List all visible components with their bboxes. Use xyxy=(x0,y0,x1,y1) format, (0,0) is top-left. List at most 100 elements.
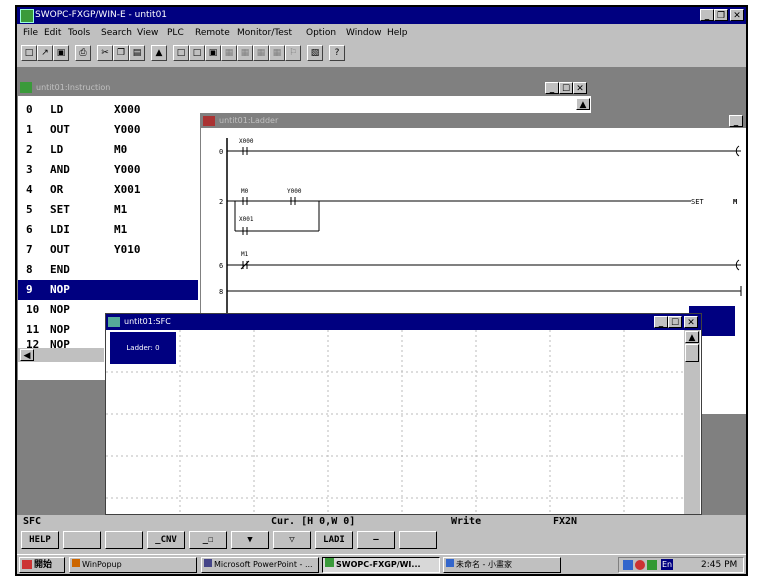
open-icon[interactable]: ↗ xyxy=(37,45,53,61)
view1-icon[interactable]: □ xyxy=(173,45,189,61)
fkey-3[interactable] xyxy=(105,531,143,549)
contact-label: M1 xyxy=(241,251,249,258)
scroll-thumb[interactable] xyxy=(685,344,699,362)
fkey-9[interactable]: — xyxy=(357,531,395,549)
horizontal-scrollbar[interactable]: ◀ xyxy=(18,348,104,362)
start-button[interactable]: 開始 xyxy=(19,557,65,573)
language-indicator[interactable]: En xyxy=(661,559,674,570)
instruction-row[interactable]: 3 AND Y000 xyxy=(18,160,198,180)
instruction-row[interactable]: 5 SET M1 xyxy=(18,200,198,220)
step-label: 8 xyxy=(219,288,223,296)
contact-label: Y000 xyxy=(287,188,302,195)
start-label: 開始 xyxy=(34,560,53,570)
instruction-row[interactable]: 1 OUT Y000 xyxy=(18,120,198,140)
menu-window[interactable]: Window xyxy=(346,25,382,41)
view3-icon[interactable]: ▣ xyxy=(205,45,221,61)
cut-icon[interactable]: ✂ xyxy=(97,45,113,61)
menu-remote[interactable]: Remote xyxy=(195,25,230,41)
task-paint[interactable]: 未命名 - 小畫家 xyxy=(443,557,561,573)
operand: Y000 xyxy=(114,123,141,136)
print-preview-icon[interactable]: ▲ xyxy=(151,45,167,61)
menu-plc[interactable]: PLC xyxy=(167,25,184,41)
fkey-2[interactable] xyxy=(63,531,101,549)
task-swopc[interactable]: SWOPC-FXGP/WI... xyxy=(322,557,440,573)
menu-view[interactable]: View xyxy=(137,25,158,41)
coil-label: SET xyxy=(691,198,704,206)
fkey-ladder[interactable]: LADI xyxy=(315,531,353,549)
instruction-row[interactable]: 8 END xyxy=(18,260,198,280)
instruction-row[interactable]: 7 OUT Y010 xyxy=(18,240,198,260)
find-icon[interactable]: ⚐ xyxy=(285,45,301,61)
instruction-row[interactable]: 0 LD X000 xyxy=(18,100,198,120)
minimize-icon[interactable]: _ xyxy=(545,82,559,94)
task-label: Microsoft PowerPoint - ... xyxy=(214,560,313,569)
view4-icon[interactable]: ▦ xyxy=(221,45,237,61)
print-icon[interactable]: ⎙ xyxy=(75,45,91,61)
step-label: 2 xyxy=(219,198,223,206)
tray-icon[interactable] xyxy=(635,560,645,570)
fkey-6[interactable]: ▼ xyxy=(231,531,269,549)
windows-logo-icon xyxy=(22,560,32,569)
step-number: 4 xyxy=(26,183,33,196)
new-icon[interactable]: □ xyxy=(21,45,37,61)
minimize-icon[interactable]: _ xyxy=(729,115,743,127)
sfc-ladder-block[interactable]: Ladder: 0 xyxy=(110,332,176,364)
paste-icon[interactable]: ▤ xyxy=(129,45,145,61)
opcode: LD xyxy=(50,143,64,156)
opcode: AND xyxy=(50,163,70,176)
save-icon[interactable]: ▣ xyxy=(53,45,69,61)
menu-tools[interactable]: Tools xyxy=(68,25,90,41)
menu-monitor-test[interactable]: Monitor/Test xyxy=(237,25,292,41)
step-number: 5 xyxy=(26,203,33,216)
status-access: Write xyxy=(451,516,482,527)
close-icon[interactable]: ✕ xyxy=(730,9,744,21)
operand: X001 xyxy=(114,183,141,196)
scroll-up-icon[interactable]: ▲ xyxy=(685,331,699,343)
instruction-row[interactable]: 6 LDI M1 xyxy=(18,220,198,240)
fkey-10[interactable] xyxy=(399,531,437,549)
minimize-icon[interactable]: _ xyxy=(654,316,668,328)
desktop-screen: SWOPC-FXGP/WIN-E - untit01 _ ❐ ✕ File Ed… xyxy=(15,5,748,576)
fkey-help[interactable]: HELP xyxy=(21,531,59,549)
close-icon[interactable]: ✕ xyxy=(573,82,587,94)
task-winpopup[interactable]: WinPopup xyxy=(69,557,197,573)
view7-icon[interactable]: ▦ xyxy=(269,45,285,61)
menu-option[interactable]: Option xyxy=(306,25,336,41)
view6-icon[interactable]: ▦ xyxy=(253,45,269,61)
operand: X000 xyxy=(114,103,141,116)
fkey-convert[interactable]: _CNV xyxy=(147,531,185,549)
instruction-row[interactable]: 2 LD M0 xyxy=(18,140,198,160)
minimize-icon[interactable]: _ xyxy=(700,9,714,21)
window-icon xyxy=(20,82,32,93)
fkey-7[interactable]: ▽ xyxy=(273,531,311,549)
window-icon[interactable]: ▧ xyxy=(307,45,323,61)
step-number: 1 xyxy=(26,123,33,136)
task-powerpoint[interactable]: Microsoft PowerPoint - ... xyxy=(201,557,319,573)
instruction-row[interactable]: 4 OR X001 xyxy=(18,180,198,200)
menu-file[interactable]: File xyxy=(23,25,38,41)
paint-icon xyxy=(446,559,454,567)
restore-icon[interactable]: ☐ xyxy=(668,316,682,328)
instruction-row-selected[interactable]: 9 NOP xyxy=(18,280,198,300)
menu-edit[interactable]: Edit xyxy=(44,25,61,41)
view5-icon[interactable]: ▦ xyxy=(237,45,253,61)
fkey-5[interactable]: _☐ xyxy=(189,531,227,549)
view2-icon[interactable]: □ xyxy=(189,45,205,61)
opcode: NOP xyxy=(50,323,70,336)
windows-taskbar: 開始 WinPopup Microsoft PowerPoint - ... S… xyxy=(17,554,746,574)
ime-icon[interactable] xyxy=(623,560,633,570)
tray-icon[interactable] xyxy=(647,560,657,570)
scroll-left-icon[interactable]: ◀ xyxy=(20,349,34,361)
vertical-scrollbar[interactable]: ▲ xyxy=(684,330,700,514)
close-icon[interactable]: ✕ xyxy=(684,316,698,328)
opcode: LDI xyxy=(50,223,70,236)
operand: M0 xyxy=(114,143,128,156)
menu-help[interactable]: Help xyxy=(387,25,408,41)
opcode: OUT xyxy=(50,243,70,256)
restore-icon[interactable]: ☐ xyxy=(559,82,573,94)
scroll-up-icon[interactable]: ▲ xyxy=(576,98,590,110)
restore-icon[interactable]: ❐ xyxy=(714,9,728,21)
copy-icon[interactable]: ❐ xyxy=(113,45,129,61)
help-icon[interactable]: ? xyxy=(329,45,345,61)
menu-search[interactable]: Search xyxy=(101,25,132,41)
